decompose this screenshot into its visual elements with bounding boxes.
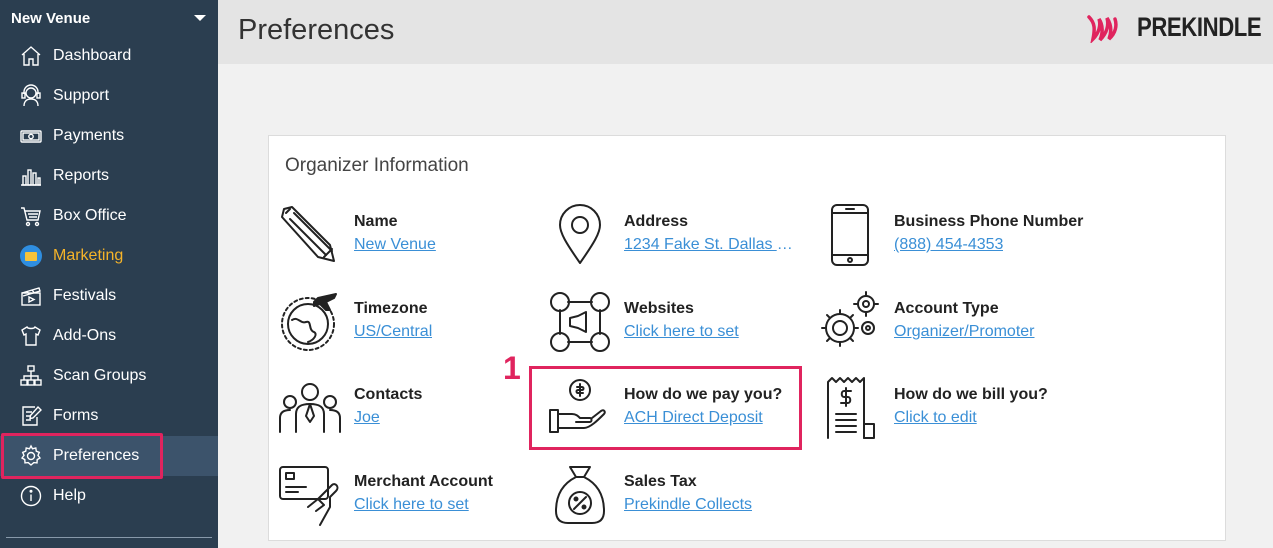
- step-number-annotation: 1: [503, 350, 521, 386]
- pref-label: Timezone: [354, 300, 428, 317]
- pref-item-how-do-we-bill-you: How do we bill you? Click to edit: [818, 376, 1078, 456]
- hierarchy-icon: [18, 363, 44, 389]
- merchant-account-link[interactable]: Click here to set: [354, 496, 469, 514]
- pref-item-timezone: Timezone US/Central: [278, 290, 538, 370]
- flame-logo-icon: [1087, 14, 1119, 43]
- pref-item-contacts: Contacts Joe: [278, 376, 538, 456]
- chevron-down-icon: [194, 15, 206, 21]
- page-title: Preferences: [238, 14, 395, 46]
- pref-item-business-phone: Business Phone Number (888) 454-4353: [818, 203, 1083, 283]
- venue-name: New Venue: [11, 9, 91, 27]
- page-header: Preferences PREKINDLE: [218, 0, 1273, 64]
- name-link[interactable]: New Venue: [354, 236, 436, 254]
- pen-icon: [278, 203, 342, 267]
- pref-label: Account Type: [894, 300, 999, 317]
- pref-item-name: Name New Venue: [278, 203, 538, 283]
- card-title: Organizer Information: [285, 155, 469, 176]
- form-edit-icon: [18, 403, 44, 429]
- address-link[interactable]: 1234 Fake St. Dallas T...: [624, 236, 796, 254]
- social-network-icon: [548, 290, 612, 354]
- clapper-icon: [18, 283, 44, 309]
- mail-icon: [18, 243, 44, 269]
- sidebar-item-payments[interactable]: Payments: [0, 116, 218, 156]
- sidebar-item-reports[interactable]: Reports: [0, 156, 218, 196]
- sidebar-item-label: Help: [53, 487, 86, 504]
- home-icon: [18, 43, 44, 69]
- map-pin-icon: [548, 203, 612, 267]
- pref-label: Websites: [624, 300, 694, 317]
- sidebar-item-box-office[interactable]: Box Office: [0, 196, 218, 236]
- sidebar-item-label: Dashboard: [53, 47, 132, 64]
- bar-chart-icon: [18, 163, 44, 189]
- pref-label: Merchant Account: [354, 473, 493, 490]
- people-icon: [278, 376, 342, 440]
- phone-link[interactable]: (888) 454-4353: [894, 236, 1003, 254]
- gears-icon: [818, 290, 882, 354]
- prekindle-logo[interactable]: PREKINDLE: [1087, 12, 1262, 43]
- sidebar-item-label: Festivals: [53, 287, 117, 304]
- pref-item-address: Address 1234 Fake St. Dallas T...: [548, 203, 808, 283]
- logo-text: PREKINDLE: [1137, 12, 1262, 42]
- pref-item-account-type: Account Type Organizer/Promoter: [818, 290, 1078, 370]
- pref-item-merchant-account: Merchant Account Click here to set: [278, 463, 538, 543]
- organizer-information-card: Organizer Information Name New Venue Add…: [268, 135, 1226, 541]
- billing-link[interactable]: Click to edit: [894, 409, 977, 427]
- sidebar-item-add-ons[interactable]: Add-Ons: [0, 316, 218, 356]
- contacts-link[interactable]: Joe: [354, 409, 380, 427]
- sales-tax-link[interactable]: Prekindle Collects: [624, 496, 752, 514]
- sidebar-item-label: Forms: [53, 407, 99, 424]
- highlight-preferences-nav: [1, 433, 163, 479]
- money-icon: [18, 123, 44, 149]
- sidebar-item-label: Payments: [53, 127, 125, 144]
- sidebar-item-label: Marketing: [53, 247, 124, 264]
- sidebar-item-label: Reports: [53, 167, 110, 184]
- shirt-icon: [18, 323, 44, 349]
- credit-card-icon: [278, 463, 342, 527]
- pref-item-sales-tax: Sales Tax Prekindle Collects: [548, 463, 808, 543]
- highlight-pay-you: [529, 366, 802, 450]
- account-type-link[interactable]: Organizer/Promoter: [894, 323, 1035, 341]
- sidebar-item-label: Add-Ons: [53, 327, 117, 344]
- websites-link[interactable]: Click here to set: [624, 323, 739, 341]
- sidebar-item-label: Support: [53, 87, 110, 104]
- cart-icon: [18, 203, 44, 229]
- sidebar-item-scan-groups[interactable]: Scan Groups: [0, 356, 218, 396]
- sidebar-item-dashboard[interactable]: Dashboard: [0, 36, 218, 76]
- sidebar-item-marketing[interactable]: Marketing: [0, 236, 218, 276]
- pref-label: Business Phone Number: [894, 213, 1084, 230]
- timezone-link[interactable]: US/Central: [354, 323, 432, 341]
- pref-label: Contacts: [354, 386, 423, 403]
- sidebar-item-label: Scan Groups: [53, 367, 147, 384]
- sidebar-divider: [6, 537, 212, 538]
- sidebar-item-festivals[interactable]: Festivals: [0, 276, 218, 316]
- globe-plane-icon: [278, 290, 342, 354]
- receipt-icon: [818, 376, 882, 440]
- pref-item-websites: Websites Click here to set: [548, 290, 808, 370]
- info-icon: [18, 483, 44, 509]
- pref-label: Name: [354, 213, 398, 230]
- sidebar-item-forms[interactable]: Forms: [0, 396, 218, 436]
- pref-label: Address: [624, 213, 689, 230]
- venue-selector[interactable]: New Venue: [0, 0, 218, 36]
- headset-icon: [18, 83, 44, 109]
- tax-bag-icon: [548, 463, 612, 527]
- pref-label: Sales Tax: [624, 473, 697, 490]
- sidebar-item-help[interactable]: Help: [0, 476, 218, 516]
- sidebar-item-label: Box Office: [53, 207, 127, 224]
- sidebar-item-support[interactable]: Support: [0, 76, 218, 116]
- phone-icon: [818, 203, 882, 267]
- pref-label: How do we bill you?: [894, 386, 1048, 403]
